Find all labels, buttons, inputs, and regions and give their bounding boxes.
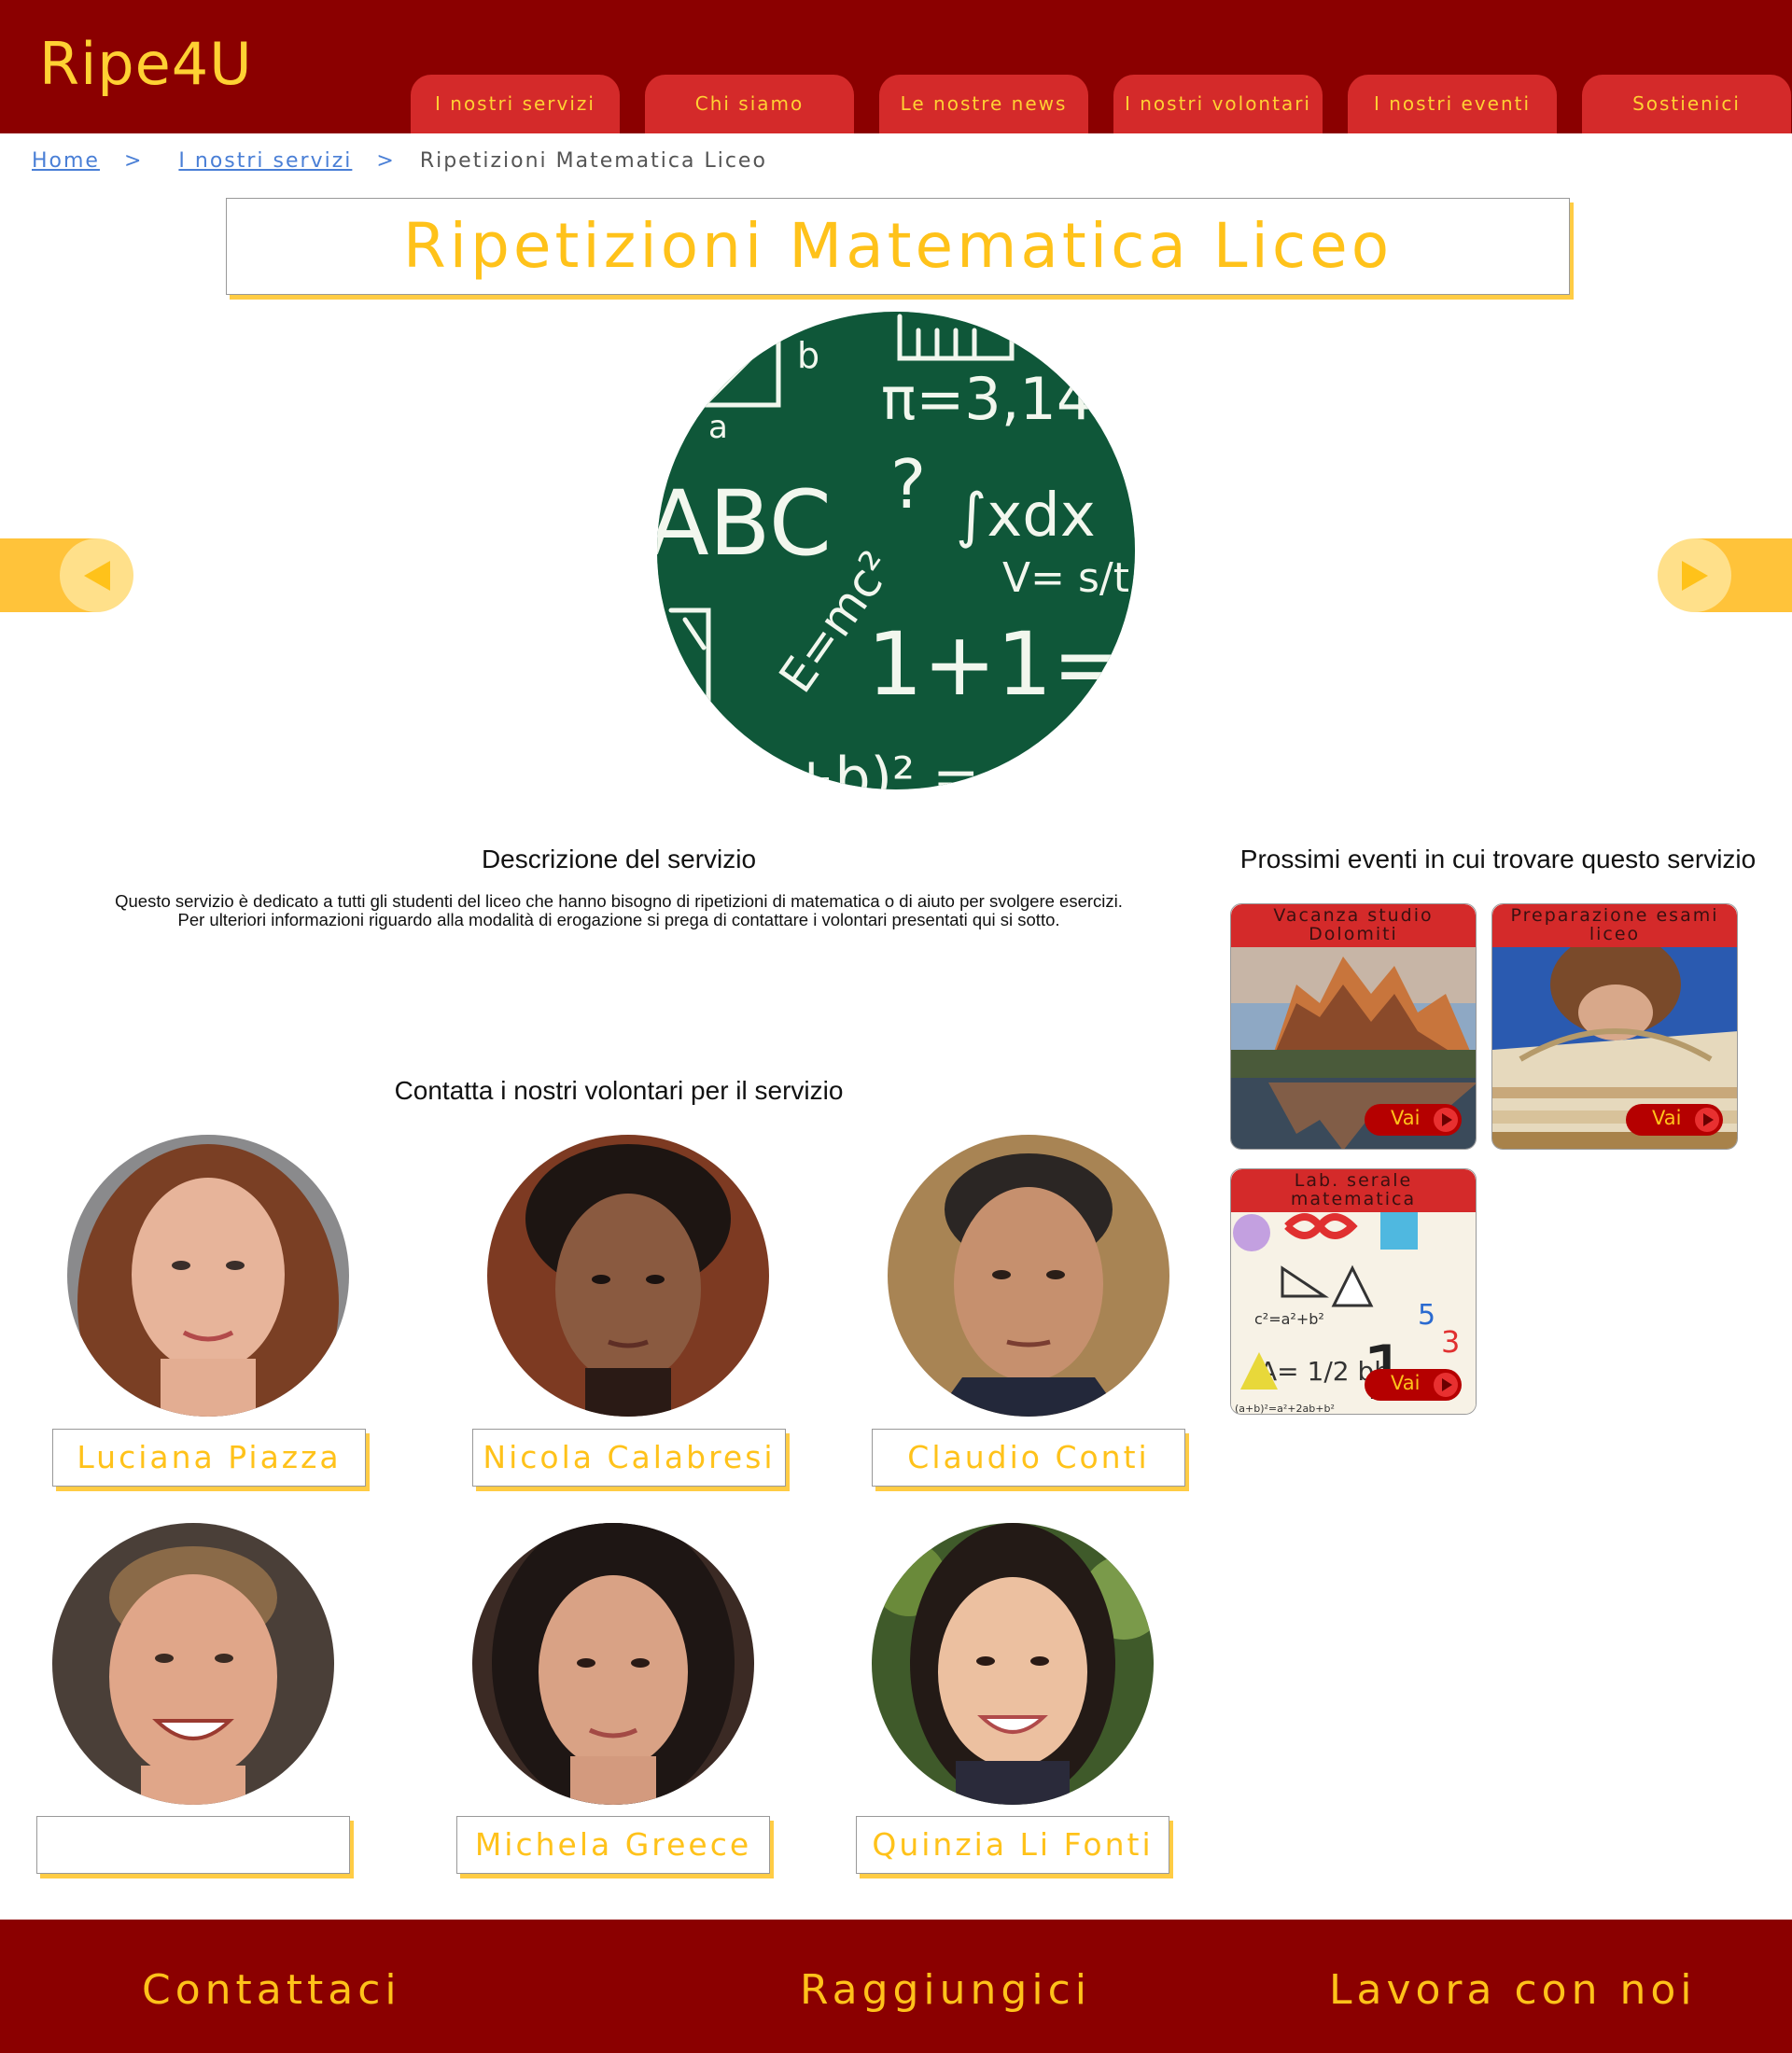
play-icon <box>1434 1373 1458 1397</box>
contact-volunteers-title: Contatta i nostri volontari per il servi… <box>394 1076 844 1105</box>
svg-text:π=3,14: π=3,14 <box>881 365 1093 433</box>
breadcrumb-separator: > <box>376 149 396 173</box>
svg-text:3: 3 <box>1441 1324 1460 1360</box>
volunteer-name-button[interactable]: Michela Greece <box>456 1816 770 1874</box>
description-text: Questo servizio è dedicato a tutti gli s… <box>93 892 1144 929</box>
svg-text:a: a <box>708 409 728 446</box>
play-icon <box>1695 1108 1719 1132</box>
svg-text:(a+b)² = a²+2: (a+b)² = a²+2 <box>732 746 1135 789</box>
arrow-right-icon <box>1681 560 1708 591</box>
breadcrumb-servizi-link[interactable]: I nostri servizi <box>167 149 352 173</box>
breadcrumb-current: Ripetizioni Matematica Liceo <box>419 149 767 173</box>
vai-label: Vai <box>1652 1107 1682 1129</box>
svg-text:∫xdx: ∫xdx <box>956 482 1096 551</box>
volunteer-photo <box>67 1135 349 1417</box>
nav-tab-eventi[interactable]: I nostri eventi <box>1348 75 1557 133</box>
vai-label: Vai <box>1391 1107 1421 1129</box>
service-hero-image: b a π=3,14 ABC ? ∫xdx V= s/t E=mc² 1+1=2… <box>657 312 1135 789</box>
nav-tab-sostienici[interactable]: Sostienici <box>1582 75 1791 133</box>
svg-text:(a+b)²=a²+2ab+b²: (a+b)²=a²+2ab+b² <box>1235 1403 1335 1415</box>
nav-tab-volontari[interactable]: I nostri volontari <box>1113 75 1323 133</box>
event-card-title: Lab. serale matematica <box>1231 1169 1476 1212</box>
volunteer-photo <box>52 1523 334 1805</box>
vai-label: Vai <box>1391 1372 1421 1394</box>
volunteer-name-button[interactable]: Nicola Calabresi <box>472 1429 786 1487</box>
event-vai-button[interactable]: Vai <box>1365 1104 1462 1136</box>
svg-text:ABC: ABC <box>657 471 832 576</box>
volunteer-photo <box>472 1523 754 1805</box>
event-card: Lab. serale matematica c²=a²+b² A= 1/2 b… <box>1230 1168 1477 1415</box>
events-title: Prossimi eventi in cui trovare questo se… <box>1239 845 1757 873</box>
event-card-title: Preparazione esami liceo <box>1492 904 1737 947</box>
play-icon <box>1434 1108 1458 1132</box>
breadcrumb-home-link[interactable]: Home <box>32 149 100 173</box>
event-vai-button[interactable]: Vai <box>1365 1369 1462 1401</box>
page-title: Ripetizioni Matematica Liceo <box>402 210 1393 282</box>
site-header: Ripe4U I nostri servizi Chi siamo Le nos… <box>0 0 1792 133</box>
breadcrumb: Home > I nostri servizi > Ripetizioni Ma… <box>32 149 767 173</box>
volunteer-name-button[interactable] <box>36 1816 350 1874</box>
breadcrumb-separator: > <box>123 149 144 173</box>
svg-text:c²=a²+b²: c²=a²+b² <box>1254 1310 1324 1328</box>
site-logo[interactable]: Ripe4U <box>39 30 253 98</box>
volunteer-name-button[interactable]: Claudio Conti <box>872 1429 1185 1487</box>
svg-text:1+1=2: 1+1=2 <box>867 614 1135 716</box>
volunteer-name-button[interactable]: Luciana Piazza <box>52 1429 366 1487</box>
carousel-next-button[interactable] <box>1658 538 1731 612</box>
description-title: Descrizione del servizio <box>481 845 757 873</box>
nav-tab-news[interactable]: Le nostre news <box>879 75 1088 133</box>
main-nav: I nostri servizi Chi siamo Le nostre new… <box>411 75 1791 133</box>
volunteer-name-button[interactable]: Quinzia Li Fonti <box>856 1816 1169 1874</box>
event-vai-button[interactable]: Vai <box>1626 1104 1723 1136</box>
description-line: Questo servizio è dedicato a tutti gli s… <box>115 891 1123 911</box>
volunteer-photo <box>487 1135 769 1417</box>
volunteer-photo <box>872 1523 1154 1805</box>
footer-link-contattaci[interactable]: Contattaci <box>142 1966 401 2014</box>
nav-tab-chi-siamo[interactable]: Chi siamo <box>645 75 854 133</box>
svg-text:?: ? <box>890 445 926 524</box>
event-card-title: Vacanza studio Dolomiti <box>1231 904 1476 947</box>
nav-tab-servizi[interactable]: I nostri servizi <box>411 75 620 133</box>
arrow-left-icon <box>83 560 110 591</box>
description-line: Per ulteriori informazioni riguardo alla… <box>177 910 1060 929</box>
svg-text:V= s/t: V= s/t <box>1002 554 1129 602</box>
page-title-box: Ripetizioni Matematica Liceo <box>226 198 1570 295</box>
event-card: Preparazione esami liceo Vai <box>1491 903 1738 1150</box>
volunteer-photo <box>888 1135 1169 1417</box>
event-card: Vacanza studio Dolomiti Vai <box>1230 903 1477 1150</box>
carousel-prev-button[interactable] <box>60 538 133 612</box>
svg-text:5: 5 <box>1418 1299 1435 1332</box>
footer-link-lavora-con-noi[interactable]: Lavora con noi <box>1329 1966 1697 2014</box>
site-footer: Contattaci Raggiungici Lavora con noi <box>0 1920 1792 2053</box>
svg-text:b: b <box>797 335 819 376</box>
footer-link-raggiungici[interactable]: Raggiungici <box>800 1966 1091 2014</box>
